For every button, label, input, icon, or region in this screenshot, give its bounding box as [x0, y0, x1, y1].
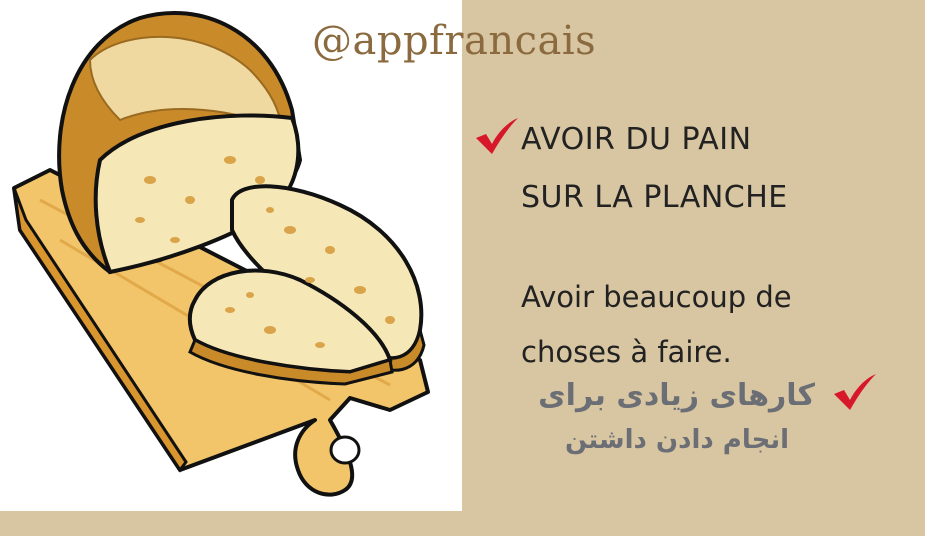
meaning-fr-line-2: choses à faire.	[521, 335, 732, 369]
bread-illustration-panel	[0, 0, 462, 511]
expression-line-1: AVOIR DU PAIN	[521, 122, 752, 157]
expression-line-2: SUR LA PLANCHE	[521, 180, 788, 215]
bread-on-board-icon	[12, 10, 430, 497]
meaning-fa-line-1: کارهای زیادی برای	[538, 378, 815, 413]
meaning-fa-line-2: انجام دادن داشتن	[565, 425, 789, 455]
meaning-fr-line-1: Avoir beaucoup de	[521, 280, 792, 314]
red-checkmark-icon	[476, 118, 518, 154]
red-checkmark-icon	[834, 374, 876, 410]
watermark-handle: @appfrancais	[312, 18, 597, 64]
